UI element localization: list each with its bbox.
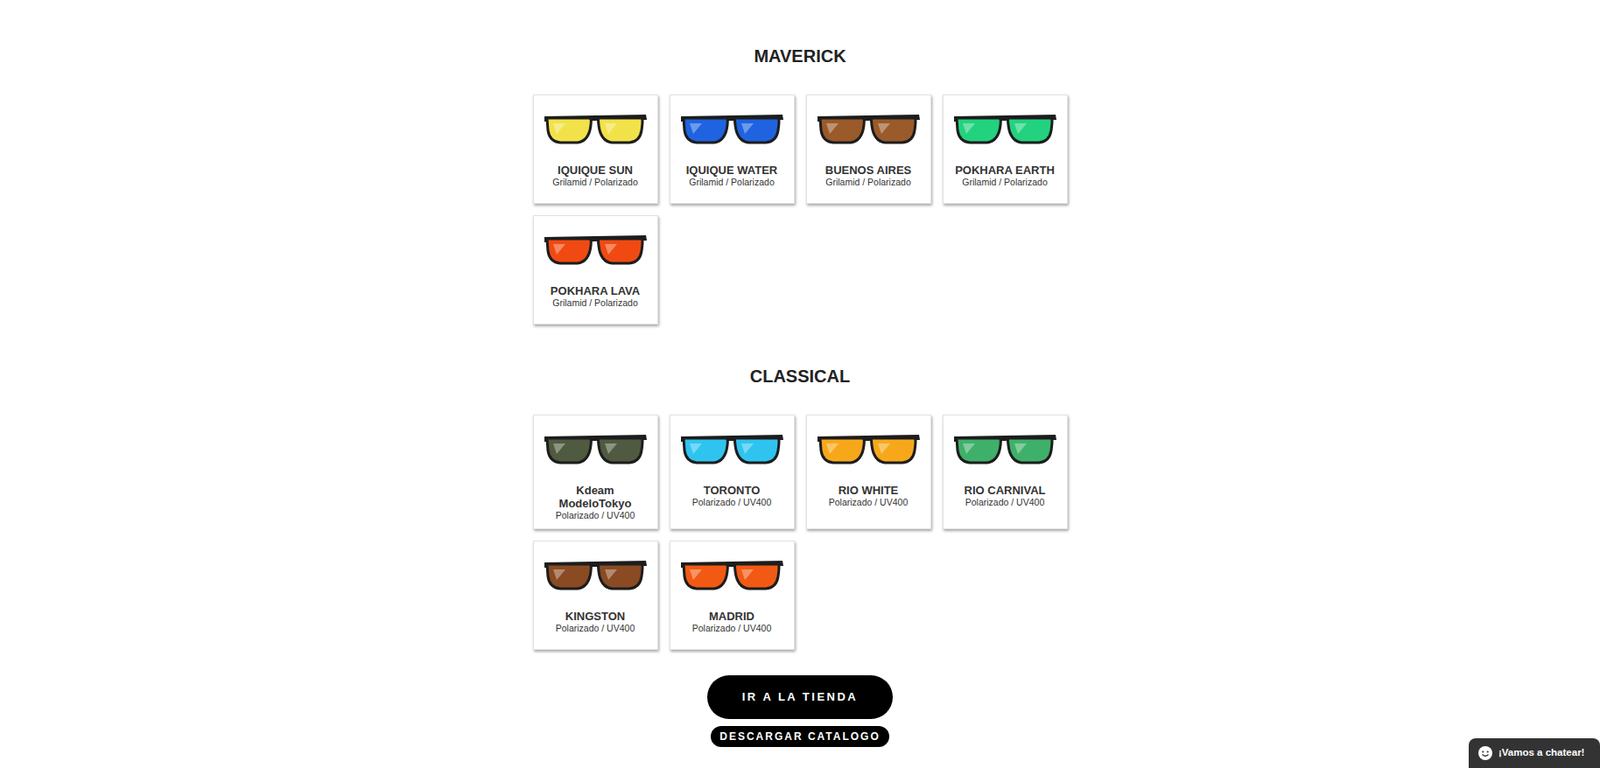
sunglasses-icon xyxy=(814,422,923,476)
product-card[interactable]: TORONTOPolarizado / UV400 xyxy=(669,414,795,530)
sunglasses-icon xyxy=(677,422,786,476)
product-card[interactable]: MADRIDPolarizado / UV400 xyxy=(669,540,795,651)
product-name[interactable]: BUENOS AIRES xyxy=(812,163,926,177)
product-spec: Polarizado / UV400 xyxy=(539,510,653,522)
product-card[interactable]: RIO WHITEPolarizado / UV400 xyxy=(806,414,932,530)
sunglasses-icon xyxy=(540,223,650,276)
chat-icon xyxy=(1477,745,1494,762)
product-grid: IQUIQUE SUNGrilamid / PolarizadoIQUIQUE … xyxy=(10,94,1590,325)
product-spec: Polarizado / UV400 xyxy=(675,623,789,635)
sunglasses-icon xyxy=(540,548,650,602)
product-spec: Grilamid / Polarizado xyxy=(948,176,1062,189)
actions: IR A LA TIENDA DESCARGAR CATALOGO xyxy=(10,675,1590,748)
sunglasses-icon xyxy=(677,102,786,155)
product-spec: Grilamid / Polarizado xyxy=(812,176,926,189)
store-button[interactable]: IR A LA TIENDA xyxy=(707,675,893,720)
product-name[interactable]: POKHARA LAVA xyxy=(539,284,653,298)
catalog: MAVERICKIQUIQUE SUNGrilamid / Polarizado… xyxy=(0,0,1600,768)
product-card[interactable]: Kdeam ModeloTokyoPolarizado / UV400 xyxy=(533,414,659,530)
product-name[interactable]: POKHARA EARTH xyxy=(948,163,1062,177)
product-name[interactable]: TORONTO xyxy=(675,484,789,498)
product-card[interactable]: POKHARA EARTHGrilamid / Polarizado xyxy=(942,94,1068,204)
sunglasses-icon xyxy=(540,102,650,155)
section-title: CLASSICAL xyxy=(10,365,1590,387)
sunglasses-icon xyxy=(814,102,923,155)
product-spec: Grilamid / Polarizado xyxy=(539,176,653,189)
product-card[interactable]: POKHARA LAVAGrilamid / Polarizado xyxy=(533,215,659,325)
product-name[interactable]: Kdeam ModeloTokyo xyxy=(539,484,653,511)
product-card[interactable]: IQUIQUE SUNGrilamid / Polarizado xyxy=(533,94,659,204)
section-title: MAVERICK xyxy=(10,45,1590,67)
product-spec: Grilamid / Polarizado xyxy=(675,176,789,189)
product-name[interactable]: IQUIQUE WATER xyxy=(675,163,789,177)
chat-button[interactable]: ¡Vamos a chatear! xyxy=(1468,738,1600,768)
product-spec: Polarizado / UV400 xyxy=(948,497,1062,509)
sunglasses-icon xyxy=(540,422,650,476)
product-name[interactable]: RIO CARNIVAL xyxy=(948,484,1062,498)
product-name[interactable]: KINGSTON xyxy=(539,610,653,624)
chat-label[interactable]: ¡Vamos a chatear! xyxy=(1498,745,1585,761)
product-name[interactable]: RIO WHITE xyxy=(812,484,926,498)
sunglasses-icon xyxy=(950,102,1060,155)
product-card[interactable]: KINGSTONPolarizado / UV400 xyxy=(533,540,659,651)
product-card[interactable]: RIO CARNIVALPolarizado / UV400 xyxy=(942,414,1068,530)
product-spec: Grilamid / Polarizado xyxy=(539,297,653,309)
sunglasses-icon xyxy=(677,548,786,602)
product-grid: Kdeam ModeloTokyoPolarizado / UV400TORON… xyxy=(10,414,1590,651)
product-spec: Polarizado / UV400 xyxy=(812,497,926,509)
download-catalog-button[interactable]: DESCARGAR CATALOGO xyxy=(710,726,890,748)
sunglasses-icon xyxy=(950,422,1060,476)
product-name[interactable]: IQUIQUE SUN xyxy=(539,163,653,177)
product-spec: Polarizado / UV400 xyxy=(675,497,789,509)
product-name[interactable]: MADRID xyxy=(675,610,789,624)
product-spec: Polarizado / UV400 xyxy=(539,623,653,635)
product-card[interactable]: BUENOS AIRESGrilamid / Polarizado xyxy=(806,94,932,204)
product-card[interactable]: IQUIQUE WATERGrilamid / Polarizado xyxy=(669,94,795,204)
